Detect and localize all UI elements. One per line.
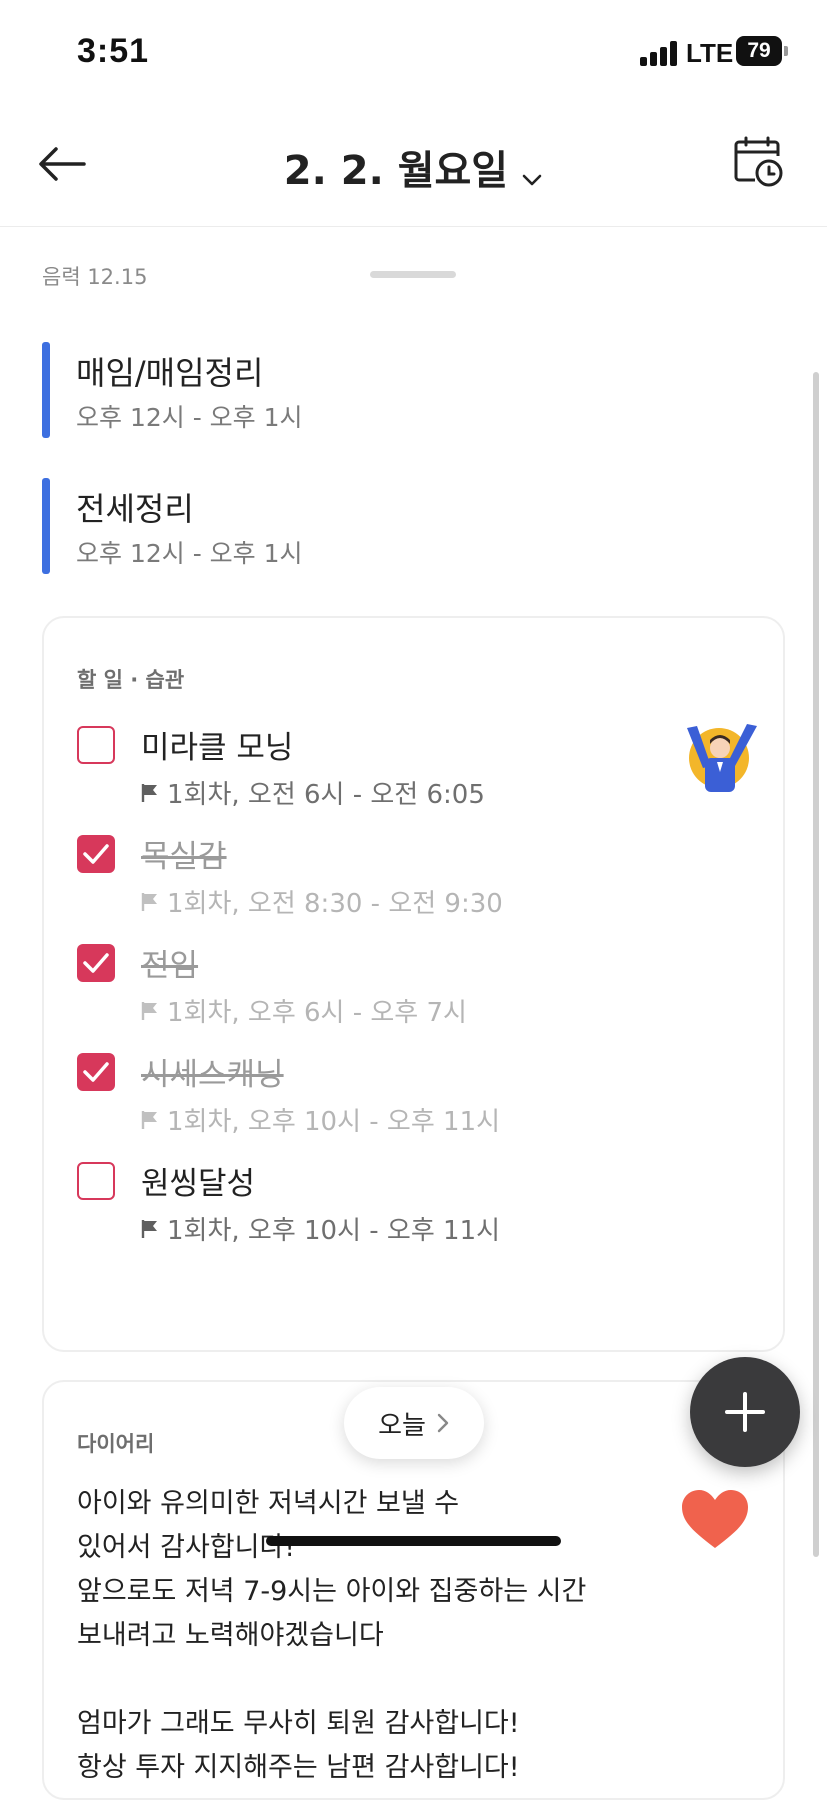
day-sheet: 음력 12.15 매임/매임정리 오후 12시 - 오후 1시 전세정리 오후 … xyxy=(0,227,827,1800)
task-checkbox[interactable] xyxy=(77,1162,115,1200)
task-meta: 1회차, 오전 6시 - 오전 6:05 xyxy=(141,774,485,811)
task-title: 미라클 모닝 xyxy=(141,730,294,766)
today-label: 오늘 xyxy=(378,1410,426,1441)
chevron-right-icon xyxy=(437,1413,449,1433)
event-item[interactable]: 전세정리 오후 12시 - 오후 1시 xyxy=(42,478,742,574)
task-meta: 1회차, 오후 10시 - 오후 11시 xyxy=(141,1210,500,1247)
task-title: 원씽달성 xyxy=(141,1166,256,1202)
status-bar: 3:51 LTE 79 xyxy=(0,0,827,100)
task-meta-text: 1회차, 오전 6시 - 오전 6:05 xyxy=(167,780,485,810)
task-checkbox[interactable] xyxy=(77,726,115,764)
flag-icon xyxy=(141,1110,157,1129)
status-time: 3:51 xyxy=(77,32,150,70)
calendar-clock-icon xyxy=(734,136,783,187)
event-color-bar xyxy=(42,342,50,438)
diary-section-label: 다이어리 xyxy=(77,1432,155,1456)
task-meta-text: 1회차, 오전 8:30 - 오전 9:30 xyxy=(167,889,503,919)
event-title: 매임/매임정리 xyxy=(76,354,264,392)
check-icon xyxy=(83,844,109,864)
date-title-button[interactable]: 2. 2. 월요일 xyxy=(0,138,827,196)
task-title: 전임 xyxy=(141,948,199,984)
flag-icon xyxy=(141,892,157,911)
calendar-clock-button[interactable] xyxy=(733,136,785,188)
signal-icon xyxy=(640,40,678,66)
task-checkbox[interactable] xyxy=(77,1053,115,1091)
task-meta-text: 1회차, 오후 6시 - 오후 7시 xyxy=(167,998,467,1028)
page-title: 2. 2. 월요일 xyxy=(283,148,509,194)
task-item[interactable]: 시세스캐닝 1회차, 오후 10시 - 오후 11시 xyxy=(77,1049,757,1159)
task-meta-text: 1회차, 오후 10시 - 오후 11시 xyxy=(167,1107,501,1137)
task-checkbox[interactable] xyxy=(77,944,115,982)
tasks-card: 할 일 · 습관 미라클 모닝 1회차, 오전 6시 - 오전 6:05 목실감 xyxy=(42,616,785,1352)
check-icon xyxy=(83,1062,109,1082)
lunar-date: 음력 12.15 xyxy=(42,265,148,289)
diary-text: 아이와 유의미한 저녁시간 보낼 수 있어서 감사합니다! 앞으로도 저녁 7-… xyxy=(77,1488,587,1783)
heart-icon[interactable] xyxy=(680,1488,750,1550)
task-item[interactable]: 목실감 1회차, 오전 8:30 - 오전 9:30 xyxy=(77,831,757,941)
event-item[interactable]: 매임/매임정리 오후 12시 - 오후 1시 xyxy=(42,342,742,438)
event-color-bar xyxy=(42,478,50,574)
plus-icon xyxy=(725,1392,765,1432)
task-item[interactable]: 원씽달성 1회차, 오후 10시 - 오후 11시 xyxy=(77,1158,757,1268)
flag-icon xyxy=(141,783,157,802)
task-meta: 1회차, 오후 10시 - 오후 11시 xyxy=(141,1101,500,1138)
event-title: 전세정리 xyxy=(76,490,194,528)
sheet-grabber[interactable] xyxy=(370,271,456,278)
network-type: LTE xyxy=(686,38,734,68)
battery-icon: 79 xyxy=(736,36,788,66)
header: 2. 2. 월요일 xyxy=(0,100,827,227)
today-button[interactable]: 오늘 xyxy=(344,1387,484,1459)
flag-icon xyxy=(141,1001,157,1020)
home-indicator[interactable] xyxy=(266,1536,561,1546)
add-button[interactable] xyxy=(690,1357,800,1467)
event-time: 오후 12시 - 오후 1시 xyxy=(76,539,303,568)
check-icon xyxy=(83,953,109,973)
task-title: 목실감 xyxy=(141,839,227,875)
task-item[interactable]: 전임 1회차, 오후 6시 - 오후 7시 xyxy=(77,940,757,1050)
task-meta: 1회차, 오전 8:30 - 오전 9:30 xyxy=(141,883,503,920)
task-item[interactable]: 미라클 모닝 1회차, 오전 6시 - 오전 6:05 xyxy=(77,722,757,832)
scrollbar[interactable] xyxy=(813,372,819,1557)
task-meta: 1회차, 오후 6시 - 오후 7시 xyxy=(141,992,467,1029)
event-time: 오후 12시 - 오후 1시 xyxy=(76,403,303,432)
task-checkbox[interactable] xyxy=(77,835,115,873)
flag-icon xyxy=(141,1219,157,1238)
task-title: 시세스캐닝 xyxy=(141,1057,284,1093)
tasks-section-label: 할 일 · 습관 xyxy=(77,668,185,692)
task-meta-text: 1회차, 오후 10시 - 오후 11시 xyxy=(167,1216,501,1246)
chevron-down-icon xyxy=(522,174,542,185)
